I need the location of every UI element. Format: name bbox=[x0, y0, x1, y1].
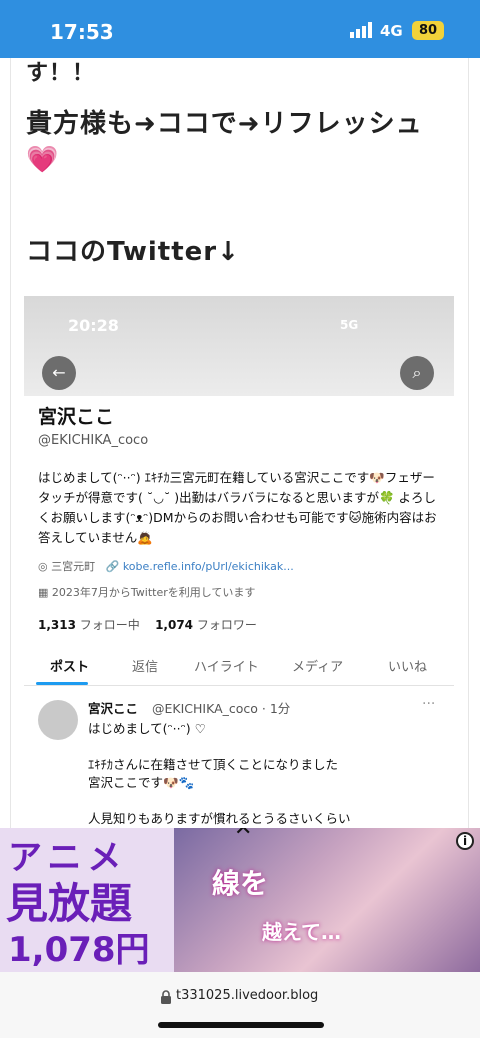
profile-header-banner: 20:28 5G bbox=[24, 296, 454, 396]
ad-text-price: 1,078円 bbox=[8, 930, 150, 970]
twitter-profile-screenshot[interactable]: 20:28 5G ← ⌕ 宮沢ここ @EKICHIKA_coco はじめまして(… bbox=[24, 296, 454, 828]
content-border-right bbox=[468, 58, 469, 828]
profile-name: 宮沢ここ bbox=[38, 406, 115, 428]
profile-meta: ◎ 三宮元町 🔗 kobe.refle.info/pUrl/ekichikak.… bbox=[38, 558, 294, 574]
profile-link: kobe.refle.info/pUrl/ekichikak... bbox=[122, 560, 294, 573]
signal-icon bbox=[350, 22, 372, 38]
ad-left-panel: アニメ 見放題 1,078円 bbox=[0, 828, 174, 972]
url-text[interactable]: t331025.livedoor.blog bbox=[176, 988, 318, 1003]
followers-label: フォロワー bbox=[196, 618, 257, 632]
content-border-left bbox=[10, 58, 11, 828]
profile-tabs: ポスト 返信 ハイライト メディア いいね bbox=[24, 652, 454, 686]
tab-replies: 返信 bbox=[132, 660, 159, 675]
profile-bio: はじめまして(ᵔ··ᵔ) ｴｷﾁｶ三宮元町在籍している宮沢ここです🐶フェザータッ… bbox=[38, 470, 437, 545]
ad-close-icon[interactable]: ✕ bbox=[234, 828, 252, 841]
tweet-line: 宮沢ここです🐶🐾 bbox=[88, 775, 195, 790]
following-count: 1,313 bbox=[38, 618, 76, 632]
profile-location: 三宮元町 bbox=[51, 560, 96, 573]
location-icon: ◎ bbox=[38, 560, 52, 573]
tweet-author-name: 宮沢ここ bbox=[88, 701, 139, 716]
tab-highlights: ハイライト bbox=[194, 660, 259, 675]
joined-text: 2023年7月からTwitterを利用しています bbox=[51, 586, 256, 599]
address-bar[interactable]: t331025.livedoor.blog bbox=[0, 972, 480, 1038]
ad-info-icon[interactable]: i bbox=[456, 832, 474, 850]
profile-joined: ▦ 2023年7月からTwitterを利用しています bbox=[38, 584, 255, 600]
tweet-author-handle: @EKICHIKA_coco · 1分 bbox=[152, 701, 291, 716]
active-tab-indicator bbox=[36, 682, 88, 685]
screenshot-time: 20:28 bbox=[68, 316, 119, 335]
tab-posts: ポスト bbox=[50, 660, 90, 675]
ad-text-cross-line: 線を bbox=[212, 867, 269, 900]
status-time: 17:53 bbox=[50, 20, 114, 44]
battery-icon: 80 bbox=[412, 21, 444, 40]
avatar bbox=[38, 700, 78, 740]
network-type: 4G bbox=[380, 22, 403, 40]
tab-media: メディア bbox=[292, 660, 344, 675]
browser-page: 17:53 4G 80 す！！ 貴方様も➜ココで➜リフレッシュ💗 ココのTwit… bbox=[0, 0, 480, 1038]
tweet-line: 人見知りもありますが慣れるとうるさいくらい bbox=[88, 811, 351, 826]
lock-icon bbox=[161, 990, 171, 1004]
tweet-line: はじめまして(ᵔ··ᵔ) ♡ bbox=[88, 721, 206, 736]
profile-handle: @EKICHIKA_coco bbox=[38, 433, 149, 448]
tab-likes: いいね bbox=[388, 660, 428, 675]
search-icon: ⌕ bbox=[400, 356, 434, 390]
ad-text-beyond: 越えて… bbox=[262, 920, 341, 944]
home-indicator[interactable] bbox=[158, 1022, 324, 1028]
following-label: フォロー中 bbox=[79, 618, 140, 632]
more-options-icon: ··· bbox=[422, 696, 436, 712]
tweet-line: ｴｷﾁｶさんに在籍させて頂くことになりました bbox=[88, 757, 339, 772]
link-icon: 🔗 bbox=[105, 560, 123, 573]
article-text-line: す！！ bbox=[26, 61, 96, 86]
status-bar: 17:53 4G 80 bbox=[0, 0, 480, 58]
screenshot-network: 5G bbox=[340, 318, 359, 332]
article-heading-twitter: ココのTwitter↓ bbox=[26, 237, 240, 267]
ad-banner[interactable]: アニメ 見放題 1,078円 線を 越えて… ✕ i bbox=[0, 828, 480, 972]
back-arrow-icon: ← bbox=[42, 356, 76, 390]
followers-count: 1,074 bbox=[155, 618, 194, 632]
calendar-icon: ▦ bbox=[38, 586, 52, 599]
follow-stats: 1,313 フォロー中 1,074 フォロワー bbox=[38, 616, 257, 633]
article-heading-refresh: 貴方様も➜ココで➜リフレッシュ💗 bbox=[26, 109, 423, 175]
